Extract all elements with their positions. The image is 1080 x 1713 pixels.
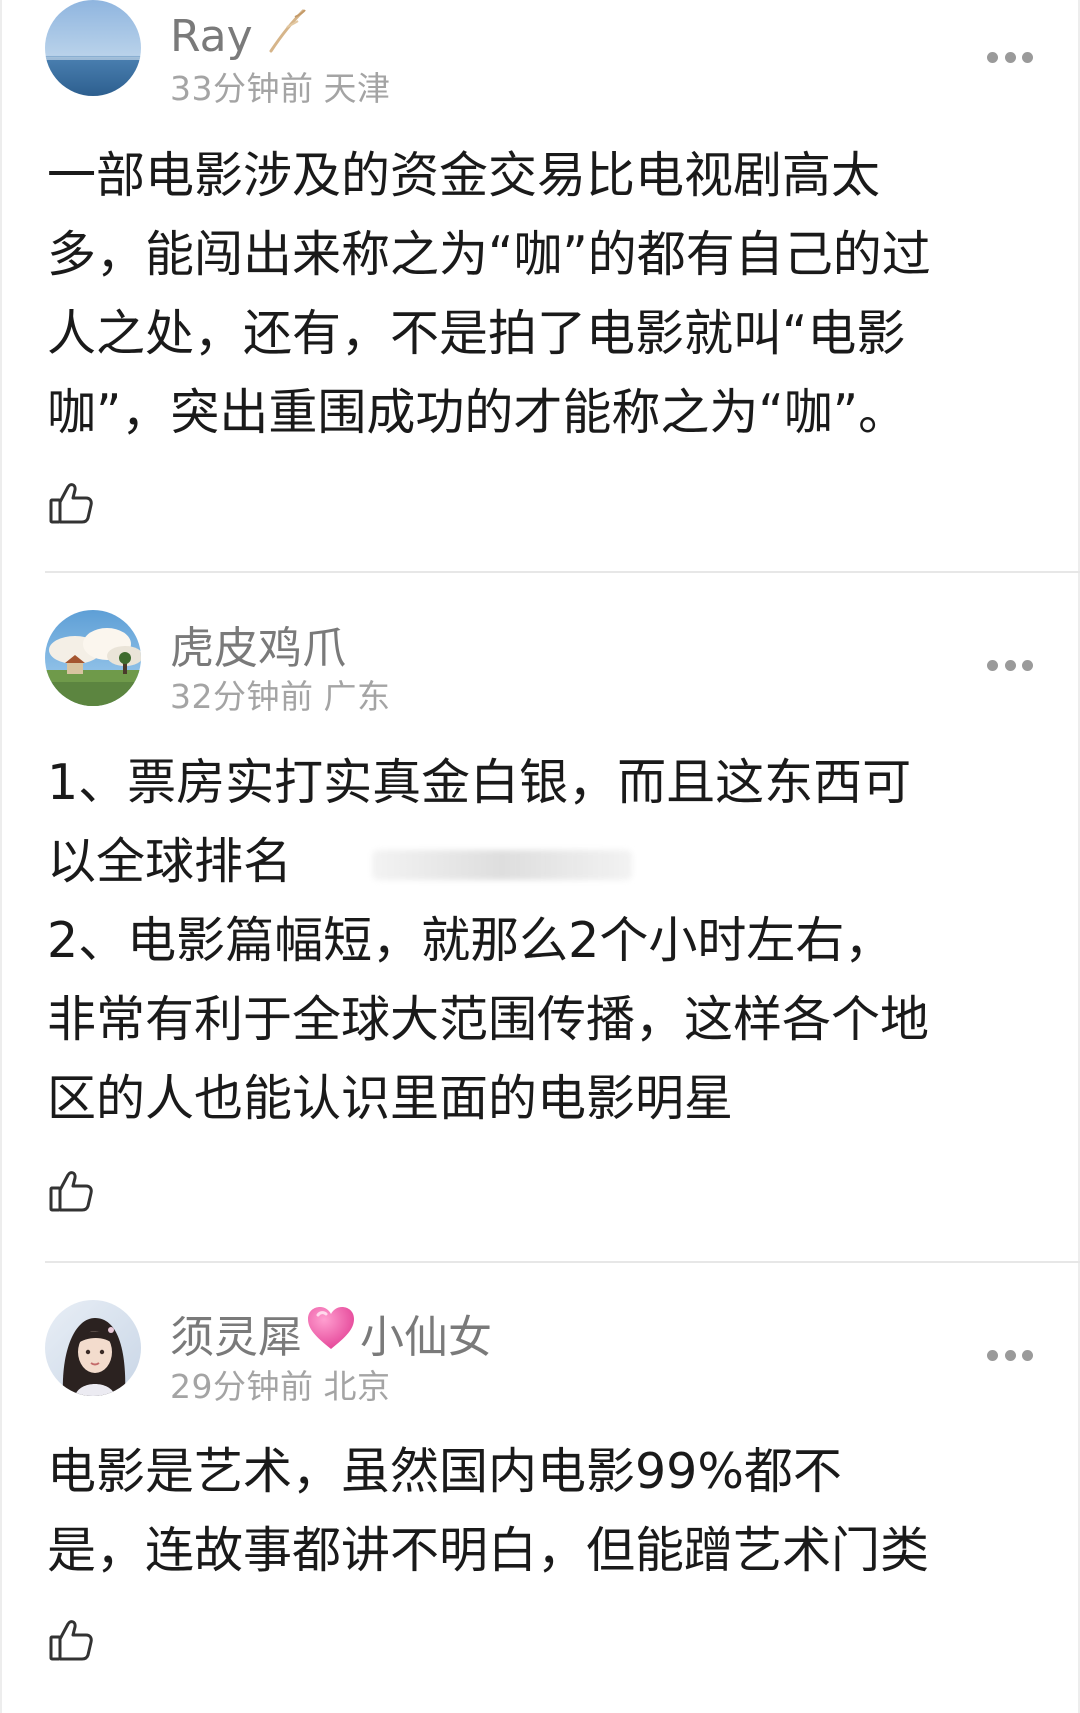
comment-time: 29分钟前 — [170, 1367, 314, 1406]
comment-text: 1、票房实打实真金白银，而且这东西可 以全球排名 2、电影篇幅短，就那么2个小时… — [47, 743, 1047, 1138]
dot — [1004, 51, 1016, 63]
comment-line: 咖”，突出重围成功的才能称之为“咖”。 — [47, 384, 908, 441]
comment-meta: 33分钟前 天津 — [170, 62, 391, 110]
avatar[interactable] — [45, 0, 141, 96]
username-row: 须灵犀 小仙女 — [170, 1305, 492, 1363]
dot — [987, 51, 998, 63]
comment-line: 是，连故事都讲不明白，但能蹭艺术门类 — [47, 1522, 930, 1579]
blurred-watermark — [372, 849, 633, 880]
thumbs-up-icon[interactable] — [48, 1617, 94, 1663]
comment-line: 一部电影涉及的资金交易比电视剧高太 — [47, 147, 881, 204]
pink-heart-icon — [306, 1305, 356, 1362]
comment-line: 电影是艺术，虽然国内电影99%都不 — [47, 1443, 842, 1500]
dot — [1022, 51, 1033, 63]
username-row: 虎皮鸡爪 — [170, 616, 346, 674]
comment-meta: 32分钟前 广东 — [170, 670, 391, 718]
comment-line: 1、票房实打实真金白银，而且这东西可 — [47, 754, 912, 811]
username[interactable]: Ray — [170, 11, 253, 62]
avatar-landscape-image — [45, 610, 141, 706]
feather-badge-icon — [265, 7, 309, 66]
left-edge-line — [0, 0, 2, 1713]
comment-line: 2、电影篇幅短，就那么2个小时左右， — [47, 912, 894, 969]
comment-line: 非常有利于全球大范围传播，这样各个地 — [47, 991, 930, 1048]
username[interactable]: 虎皮鸡爪 — [170, 612, 346, 676]
comment-divider — [45, 571, 1080, 573]
thumbs-up-icon[interactable] — [48, 480, 94, 526]
comment-location: 广东 — [323, 677, 391, 716]
comment-line: 以全球排名 — [47, 822, 1047, 901]
avatar[interactable] — [45, 1300, 141, 1396]
avatar-sea-image — [45, 0, 141, 96]
comment-divider — [45, 1261, 1080, 1263]
username-part-1[interactable]: 须灵犀 — [170, 1301, 302, 1365]
comment-line-text: 以全球排名 — [47, 833, 293, 890]
comment-line: 区的人也能认识里面的电影明星 — [47, 1070, 734, 1127]
more-dots-icon[interactable] — [987, 47, 1033, 67]
comment-location: 北京 — [323, 1367, 391, 1406]
avatar-portrait-image — [45, 1300, 141, 1396]
comment-meta: 29分钟前 北京 — [170, 1360, 391, 1408]
comment-time: 32分钟前 — [170, 677, 314, 716]
dot — [1004, 659, 1016, 671]
dot — [987, 1349, 998, 1361]
more-dots-icon[interactable] — [987, 655, 1033, 675]
comment-location: 天津 — [323, 69, 391, 108]
username-row: Ray — [170, 8, 309, 64]
dot — [1022, 659, 1033, 671]
more-dots-icon[interactable] — [987, 1345, 1033, 1365]
comment-line: 人之处，还有，不是拍了电影就叫“电影 — [47, 305, 906, 362]
comment-line: 多，能闯出来称之为“咖”的都有自己的过 — [47, 226, 931, 283]
thumbs-up-icon[interactable] — [48, 1168, 94, 1214]
dot — [1004, 1349, 1016, 1361]
comment-text: 电影是艺术，虽然国内电影99%都不 是，连故事都讲不明白，但能蹭艺术门类 — [47, 1432, 1047, 1590]
comment-text: 一部电影涉及的资金交易比电视剧高太 多，能闯出来称之为“咖”的都有自己的过 人之… — [47, 136, 1047, 452]
comment-time: 33分钟前 — [170, 69, 314, 108]
dot — [987, 659, 998, 671]
avatar[interactable] — [45, 610, 141, 706]
dot — [1022, 1349, 1033, 1361]
username-part-2[interactable]: 小仙女 — [360, 1301, 492, 1365]
